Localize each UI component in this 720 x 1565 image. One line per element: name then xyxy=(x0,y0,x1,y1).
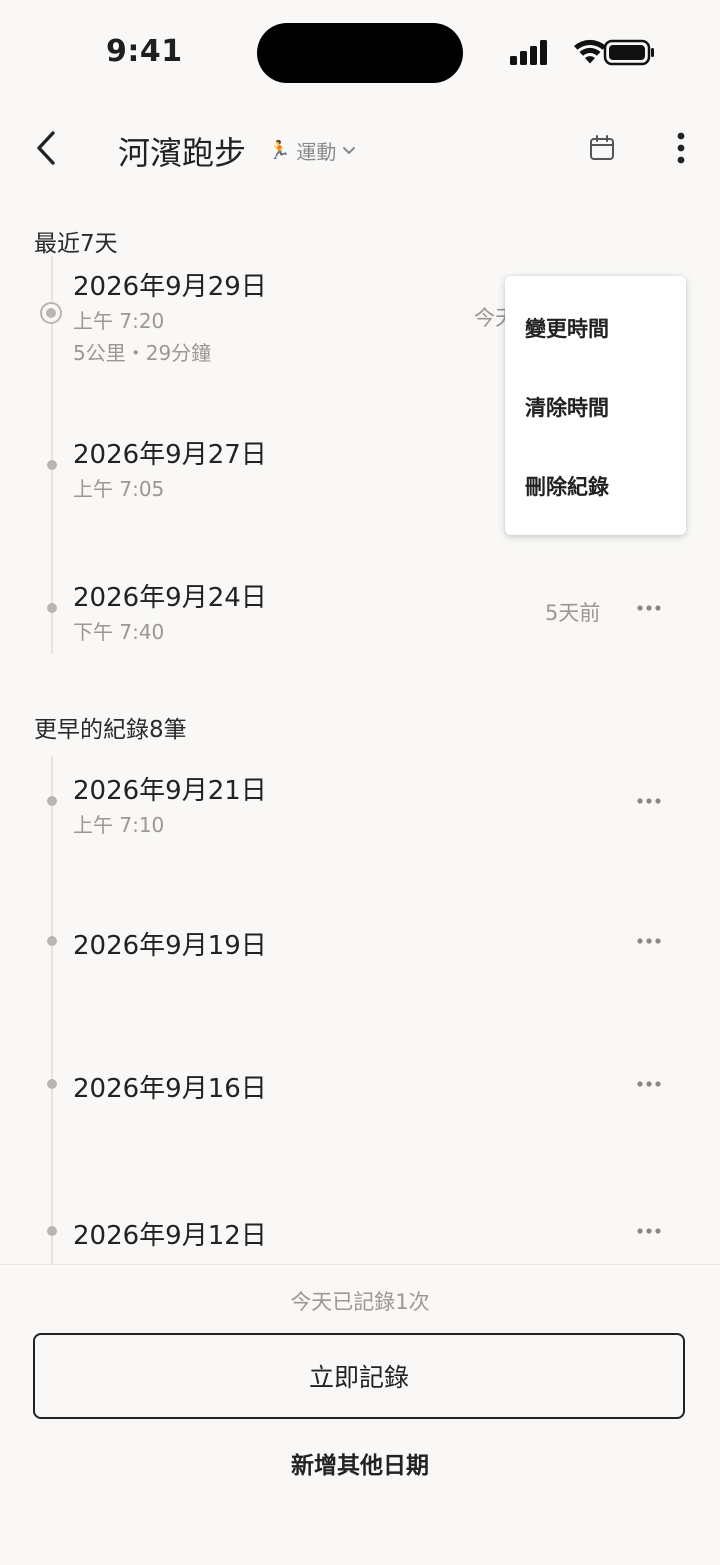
add-other-date-link[interactable]: 新增其他日期 xyxy=(0,1446,720,1480)
signal-icon xyxy=(510,40,547,65)
wifi-icon xyxy=(574,39,606,64)
record-now-button[interactable]: 立即記錄 xyxy=(33,1333,685,1419)
entry-time: 上午 7:10 xyxy=(73,813,165,837)
timeline-dot xyxy=(47,1079,57,1089)
chevron-down-icon xyxy=(343,146,356,154)
entry-time: 下午 7:40 xyxy=(73,620,165,644)
timeline-dot xyxy=(47,460,57,470)
timeline-dot-active xyxy=(40,302,62,324)
more-horizontal-icon[interactable] xyxy=(636,937,662,945)
entry-time: 上午 7:05 xyxy=(73,477,165,501)
timeline-dot xyxy=(47,936,57,946)
section-title-earlier: 更早的紀錄8筆 xyxy=(34,717,187,743)
entry-date[interactable]: 2026年9月27日 xyxy=(73,434,267,471)
runner-icon: 🏃 xyxy=(268,140,291,161)
more-horizontal-icon[interactable] xyxy=(636,1227,662,1235)
page-title: 河濱跑步 xyxy=(118,134,247,172)
menu-item-delete-record[interactable]: 刪除紀錄 xyxy=(525,471,609,501)
today-count: 今天已記錄1次 xyxy=(290,1290,430,1314)
entry-date[interactable]: 2026年9月29日 xyxy=(73,266,267,303)
entry-date[interactable]: 2026年9月12日 xyxy=(73,1215,267,1252)
entry-date[interactable]: 2026年9月21日 xyxy=(73,770,267,807)
more-horizontal-icon[interactable] xyxy=(636,1080,662,1088)
more-vertical-icon[interactable] xyxy=(670,130,692,166)
entry-time: 上午 7:20 xyxy=(73,309,165,333)
category-label: 運動 xyxy=(296,140,337,164)
entry-relative-time: 5天前 xyxy=(545,601,601,625)
entry-date[interactable]: 2026年9月19日 xyxy=(73,925,267,962)
entry-date[interactable]: 2026年9月24日 xyxy=(73,577,267,614)
category-selector[interactable]: 🏃 運動 xyxy=(268,136,356,165)
calendar-icon[interactable] xyxy=(588,134,616,162)
footer-divider xyxy=(0,1264,720,1265)
back-arrow-icon[interactable] xyxy=(32,128,62,168)
dynamic-island xyxy=(257,23,463,83)
entry-date[interactable]: 2026年9月16日 xyxy=(73,1068,267,1105)
timeline-dot xyxy=(47,1226,57,1236)
more-horizontal-icon[interactable] xyxy=(636,797,662,805)
timeline-line xyxy=(51,756,53,1264)
menu-item-clear-time[interactable]: 清除時間 xyxy=(525,392,609,422)
status-time: 9:41 xyxy=(106,34,183,69)
section-title-recent: 最近7天 xyxy=(34,231,118,257)
status-icons xyxy=(510,39,654,66)
context-menu: 變更時間 清除時間 刪除紀錄 xyxy=(505,276,686,535)
timeline-dot xyxy=(47,603,57,613)
battery-icon xyxy=(603,39,654,66)
timeline-dot xyxy=(47,796,57,806)
entry-detail: 5公里・29分鐘 xyxy=(73,341,212,365)
more-horizontal-icon[interactable] xyxy=(636,604,662,612)
menu-item-change-time[interactable]: 變更時間 xyxy=(525,313,609,343)
